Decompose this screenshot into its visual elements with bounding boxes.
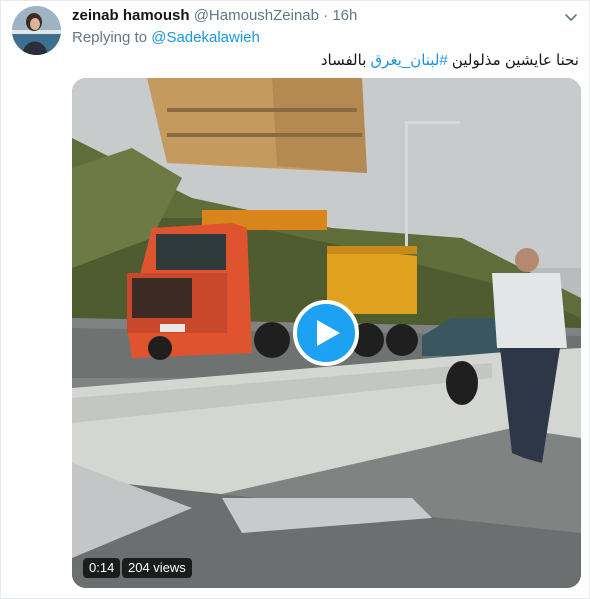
tweet-text-start: نحنا عايشين مذلولين [447, 52, 579, 69]
reply-prefix: Replying to [72, 29, 148, 46]
tweet-text-end: بالفساد [320, 52, 371, 69]
reply-context: Replying to @Sadekalawieh [72, 29, 260, 46]
video-views-badge: 204 views [122, 558, 192, 578]
tweet-timestamp[interactable]: 16h [332, 7, 357, 24]
video-duration-badge: 0:14 [83, 558, 121, 578]
display-name[interactable]: zeinab hamoush [72, 7, 190, 24]
reply-handle-link[interactable]: @Sadekalawieh [151, 29, 260, 46]
user-handle[interactable]: @HamoushZeinab [194, 7, 319, 24]
play-button[interactable] [293, 300, 359, 366]
play-icon [317, 320, 340, 346]
avatar[interactable] [12, 6, 61, 55]
video-player[interactable]: 0:14 204 views [72, 78, 581, 588]
hashtag-link[interactable]: #لبنان_يغرق [371, 52, 448, 69]
tweet-card[interactable]: zeinab hamoush @HamoushZeinab · 16h Repl… [0, 0, 590, 599]
tweet-header: zeinab hamoush @HamoushZeinab · 16h [72, 7, 569, 27]
tweet-text: نحنا عايشين مذلولين #لبنان_يغرق بالفساد [72, 51, 579, 69]
avatar-image [12, 6, 61, 55]
chevron-down-icon[interactable] [563, 9, 579, 25]
header-separator: · [323, 7, 329, 24]
